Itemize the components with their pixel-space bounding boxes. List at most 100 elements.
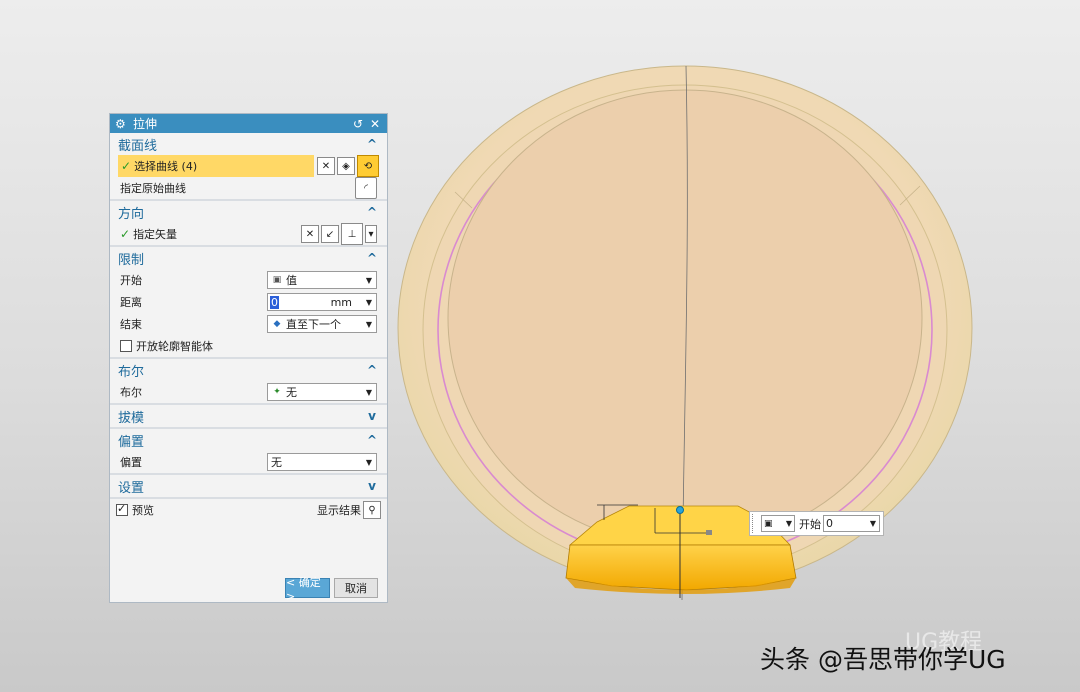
extrude-solid-side[interactable] bbox=[565, 544, 797, 591]
offset-row: 偏置 无 ▼ bbox=[110, 451, 387, 473]
specify-vector-label: 指定矢量 bbox=[133, 228, 178, 241]
dimension-marker bbox=[706, 530, 712, 535]
start-value: 值 bbox=[286, 274, 297, 287]
section-settings-header[interactable]: 设置 v bbox=[110, 475, 387, 497]
section-offset-title: 偏置 bbox=[118, 434, 145, 450]
chevron-down-icon[interactable]: v bbox=[365, 479, 379, 493]
specify-vector-row[interactable]: ✓ 指定矢量 ✕ ↙ ⊥ ▾ bbox=[110, 223, 387, 245]
preview-checkbox[interactable] bbox=[116, 502, 128, 516]
chevron-down-icon[interactable]: ▼ bbox=[362, 298, 376, 307]
chevron-down-icon[interactable]: ▼ bbox=[362, 458, 376, 467]
section-limits-title: 限制 bbox=[118, 252, 145, 268]
vector-axis-icon[interactable]: ⊥ bbox=[341, 223, 363, 245]
drag-grip-icon[interactable] bbox=[752, 514, 759, 533]
original-curve-icon[interactable]: ◜ bbox=[355, 177, 377, 199]
close-icon[interactable]: ✕ bbox=[368, 117, 382, 131]
section-draft-group: 拔模 v bbox=[110, 405, 387, 429]
select-curve-row[interactable]: ✓ 选择曲线 (4) ✕ ◈ ⟲ bbox=[110, 155, 387, 177]
preview-row: 预览 显示结果 ⚲ bbox=[110, 499, 387, 521]
section-offset-header[interactable]: 偏置 ^ bbox=[110, 429, 387, 451]
section-boolean-header[interactable]: 布尔 ^ bbox=[110, 359, 387, 381]
section-curve-group: 截面线 ^ ✓ 选择曲线 (4) ✕ ◈ ⟲ 指定原始曲线 ◜ bbox=[110, 133, 387, 201]
end-row: 结束 ◆ 直至下一个 ▼ bbox=[110, 313, 387, 335]
chevron-up-icon[interactable]: ^ bbox=[365, 433, 379, 447]
section-direction-title: 方向 bbox=[118, 206, 145, 222]
chevron-up-icon[interactable]: ^ bbox=[365, 137, 379, 151]
dialog-titlebar[interactable]: ⚙ 拉伸 ↺ ✕ bbox=[110, 114, 387, 133]
boolean-none-icon: ✦ bbox=[273, 387, 281, 397]
section-boolean-title: 布尔 bbox=[118, 364, 145, 380]
extrude-dialog: ⚙ 拉伸 ↺ ✕ 截面线 ^ ✓ 选择曲线 (4) ✕ ◈ ⟲ 指定原始曲线 ◜… bbox=[109, 113, 388, 603]
vector-dropdown-icon[interactable]: ▾ bbox=[365, 225, 377, 243]
section-direction-header[interactable]: 方向 ^ bbox=[110, 201, 387, 223]
chevron-up-icon[interactable]: ^ bbox=[365, 363, 379, 377]
start-select[interactable]: ▣ 值 ▼ bbox=[267, 271, 377, 289]
specify-original-label: 指定原始曲线 bbox=[120, 182, 186, 195]
reverse-direction-icon[interactable]: ✕ bbox=[301, 225, 319, 243]
start-row: 开始 ▣ 值 ▼ bbox=[110, 269, 387, 291]
float-type-select[interactable]: ▣ ▼ bbox=[761, 515, 795, 532]
cancel-button[interactable]: 取消 bbox=[334, 578, 378, 598]
sketch-section-icon[interactable]: ◈ bbox=[337, 157, 355, 175]
check-icon: ✓ bbox=[120, 227, 131, 241]
ok-button[interactable]: < 确定 > bbox=[285, 576, 330, 603]
model-inner-face bbox=[447, 89, 923, 547]
section-draft-title: 拔模 bbox=[118, 410, 145, 426]
show-result-label[interactable]: 显示结果 bbox=[317, 502, 361, 518]
section-draft-header[interactable]: 拔模 v bbox=[110, 405, 387, 427]
distance-value[interactable]: 0 bbox=[270, 295, 279, 309]
section-settings-title: 设置 bbox=[118, 480, 145, 496]
open-profile-label: 开放轮廓智能体 bbox=[136, 340, 213, 353]
onscreen-input: ▣ ▼ 开始 0 ▼ bbox=[749, 511, 884, 536]
section-offset-group: 偏置 ^ 偏置 无 ▼ bbox=[110, 429, 387, 475]
section-direction-group: 方向 ^ ✓ 指定矢量 ✕ ↙ ⊥ ▾ bbox=[110, 201, 387, 247]
chevron-down-icon[interactable]: ▼ bbox=[867, 519, 879, 528]
boolean-row: 布尔 ✦ 无 ▼ bbox=[110, 381, 387, 403]
vector-dialog-icon[interactable]: ↙ bbox=[321, 225, 339, 243]
check-icon: ✓ bbox=[121, 159, 132, 173]
section-settings-group: 设置 v bbox=[110, 475, 387, 499]
end-select[interactable]: ◆ 直至下一个 ▼ bbox=[267, 315, 377, 333]
distance-input[interactable]: 0 mm ▼ bbox=[267, 293, 377, 311]
drag-handle-point[interactable] bbox=[676, 506, 684, 514]
select-curve-label: 选择曲线 (4) bbox=[134, 160, 198, 173]
offset-select[interactable]: 无 ▼ bbox=[267, 453, 377, 471]
section-curve-header[interactable]: 截面线 ^ bbox=[110, 133, 387, 155]
distance-row: 距离 0 mm ▼ bbox=[110, 291, 387, 313]
chevron-up-icon[interactable]: ^ bbox=[365, 251, 379, 265]
open-profile-row[interactable]: 开放轮廓智能体 bbox=[110, 335, 387, 357]
chevron-down-icon[interactable]: ▼ bbox=[362, 388, 376, 397]
section-limits-header[interactable]: 限制 ^ bbox=[110, 247, 387, 269]
section-limits-group: 限制 ^ 开始 ▣ 值 ▼ 距离 0 mm ▼ 结束 ◆ 直至下一个 ▼ 开放轮… bbox=[110, 247, 387, 359]
preview-label: 预览 bbox=[132, 504, 154, 517]
distance-unit: mm bbox=[330, 295, 352, 309]
gear-icon[interactable]: ⚙ bbox=[115, 117, 129, 131]
open-profile-checkbox[interactable] bbox=[120, 340, 132, 352]
specify-original-row[interactable]: 指定原始曲线 ◜ bbox=[110, 177, 387, 199]
chevron-down-icon[interactable]: ▼ bbox=[362, 320, 376, 329]
end-value: 直至下一个 bbox=[286, 318, 341, 331]
watermark-text: 头条 @吾思带你学UG bbox=[760, 645, 1006, 674]
curve-rule-icon[interactable]: ✕ bbox=[317, 157, 335, 175]
float-value-input[interactable]: 0 ▼ bbox=[823, 515, 880, 532]
value-cube-icon: ▣ bbox=[764, 518, 773, 529]
distance-value-field[interactable]: 0 bbox=[268, 295, 331, 309]
dialog-title: 拉伸 bbox=[133, 117, 158, 131]
select-curve-highlight[interactable]: ✓ 选择曲线 (4) bbox=[118, 155, 314, 177]
chevron-up-icon[interactable]: ^ bbox=[365, 205, 379, 219]
magnifier-icon[interactable]: ⚲ bbox=[363, 501, 381, 519]
until-next-icon: ◆ bbox=[273, 319, 281, 329]
chevron-down-icon[interactable]: v bbox=[365, 409, 379, 423]
offset-value: 无 bbox=[271, 456, 282, 469]
boolean-value: 无 bbox=[286, 386, 297, 399]
chevron-down-icon: ▼ bbox=[785, 519, 792, 528]
float-start-label: 开始 bbox=[799, 517, 821, 531]
reset-icon[interactable]: ↺ bbox=[351, 117, 365, 131]
curve-select-icon[interactable]: ⟲ bbox=[357, 155, 379, 177]
float-value[interactable]: 0 bbox=[826, 517, 867, 530]
section-boolean-group: 布尔 ^ 布尔 ✦ 无 ▼ bbox=[110, 359, 387, 405]
chevron-down-icon[interactable]: ▼ bbox=[362, 276, 376, 285]
value-cube-icon: ▣ bbox=[272, 275, 282, 285]
boolean-select[interactable]: ✦ 无 ▼ bbox=[267, 383, 377, 401]
section-curve-title: 截面线 bbox=[118, 138, 158, 154]
